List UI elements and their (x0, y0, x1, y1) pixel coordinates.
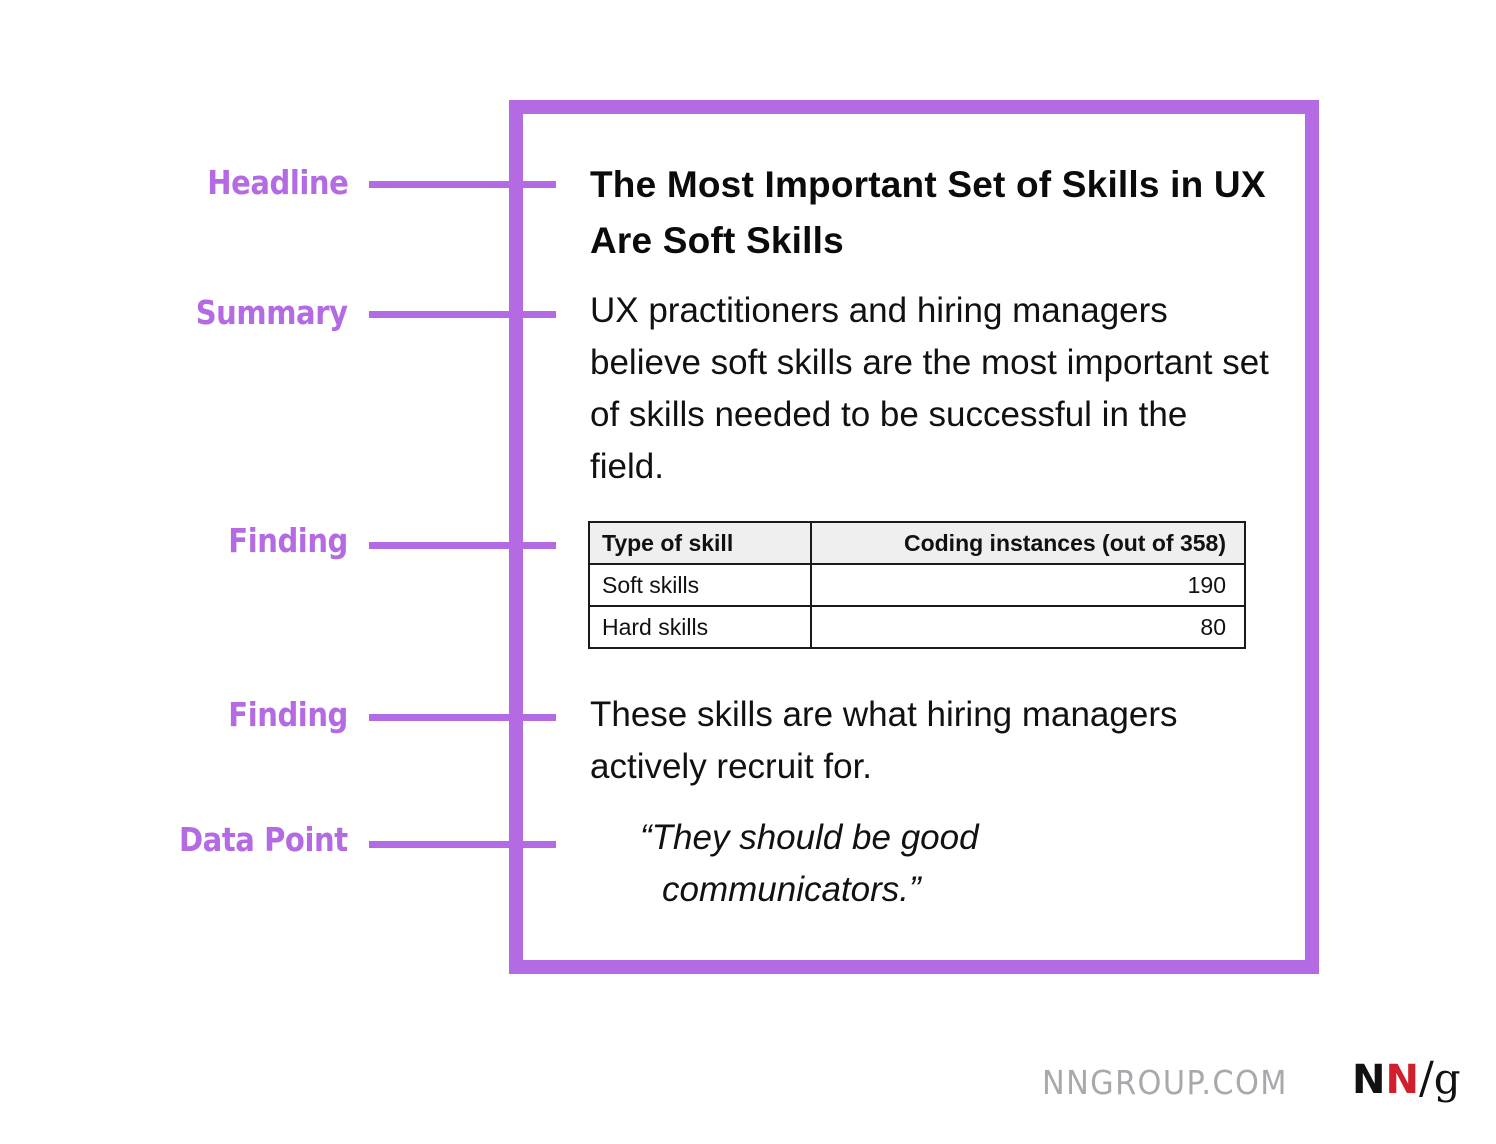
label-summary: Summary (196, 293, 348, 332)
connector-finding-table (369, 542, 556, 549)
connector-headline (369, 181, 556, 188)
table-row: Hard skills 80 (588, 605, 1246, 649)
table-cell-type: Hard skills (588, 605, 812, 649)
table-cell-count: 190 (810, 563, 1246, 607)
connector-data-point (369, 841, 556, 848)
column-header-count: Coding instances (out of 358) (810, 521, 1246, 565)
logo-n-red: N (1385, 1057, 1419, 1103)
table-cell-type: Soft skills (588, 563, 812, 607)
article-quote: “They should be good communicators.” (640, 812, 1100, 916)
column-header-type: Type of skill (588, 521, 812, 565)
quote-line-2: communicators.” (662, 870, 921, 909)
table-header-row: Type of skill Coding instances (out of 3… (588, 521, 1246, 565)
logo-slash: / (1418, 1053, 1434, 1104)
footer-url: NNGROUP.COM (1042, 1063, 1288, 1102)
label-headline: Headline (206, 163, 349, 202)
label-data-point: Data Point (179, 820, 348, 859)
logo-n-black: N (1352, 1057, 1386, 1103)
connector-finding-text (369, 714, 556, 721)
findings-table: Type of skill Coding instances (out of 3… (588, 521, 1246, 649)
label-finding-text: Finding (228, 695, 348, 734)
article-summary: UX practitioners and hiring managers bel… (590, 291, 1269, 486)
table-cell-count: 80 (810, 605, 1246, 649)
quote-line-1: “They should be good (640, 818, 979, 857)
logo-g: g (1433, 1054, 1461, 1103)
article-finding: These skills are what hiring managers ac… (590, 695, 1178, 786)
connector-summary (369, 311, 556, 318)
label-finding-table: Finding (228, 521, 348, 560)
table-row: Soft skills 190 (588, 563, 1246, 607)
nng-logo: NN/g (1352, 1054, 1461, 1105)
article-headline: The Most Important Set of Skills in UX A… (590, 164, 1266, 261)
